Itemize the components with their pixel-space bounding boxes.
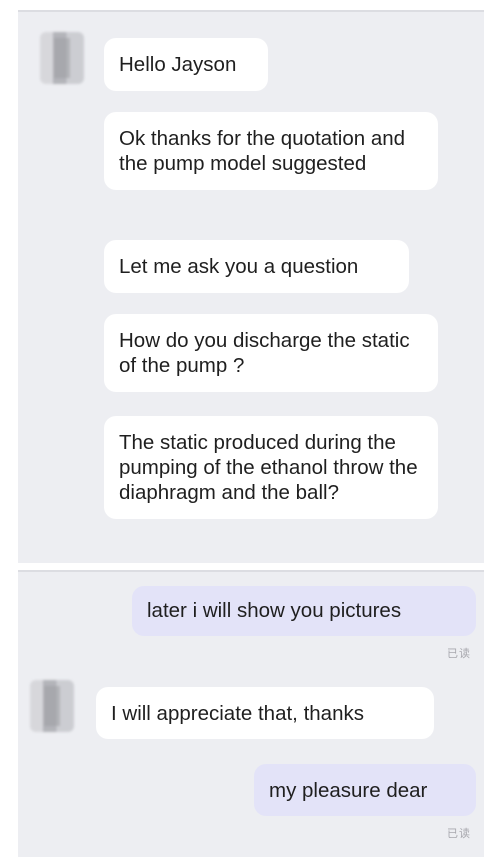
- contact-avatar[interactable]: [30, 680, 74, 732]
- message-sent: my pleasure dear: [254, 764, 476, 816]
- read-receipt: 已读: [447, 648, 471, 660]
- message-text: How do you discharge the static of the p…: [119, 329, 410, 377]
- message-text: I will appreciate that, thanks: [111, 702, 364, 725]
- message-text: The static produced during the pumping o…: [119, 431, 418, 504]
- message-text: Hello Jayson: [119, 53, 237, 76]
- message-sent: later i will show you pictures: [132, 586, 476, 636]
- message-text: later i will show you pictures: [147, 599, 402, 622]
- message-received: I will appreciate that, thanks: [96, 687, 434, 739]
- message-received: The static produced during the pumping o…: [104, 416, 438, 519]
- message-text: my pleasure dear: [269, 779, 428, 802]
- message-text: Let me ask you a question: [119, 255, 359, 278]
- message-received: Ok thanks for the quotation and the pump…: [104, 112, 438, 190]
- read-receipt: 已读: [447, 828, 471, 840]
- message-text: Ok thanks for the quotation and the pump…: [119, 127, 406, 175]
- message-received: Let me ask you a question: [104, 240, 409, 293]
- contact-avatar[interactable]: [40, 32, 84, 84]
- message-received: How do you discharge the static of the p…: [104, 314, 438, 392]
- message-received: Hello Jayson: [104, 38, 268, 91]
